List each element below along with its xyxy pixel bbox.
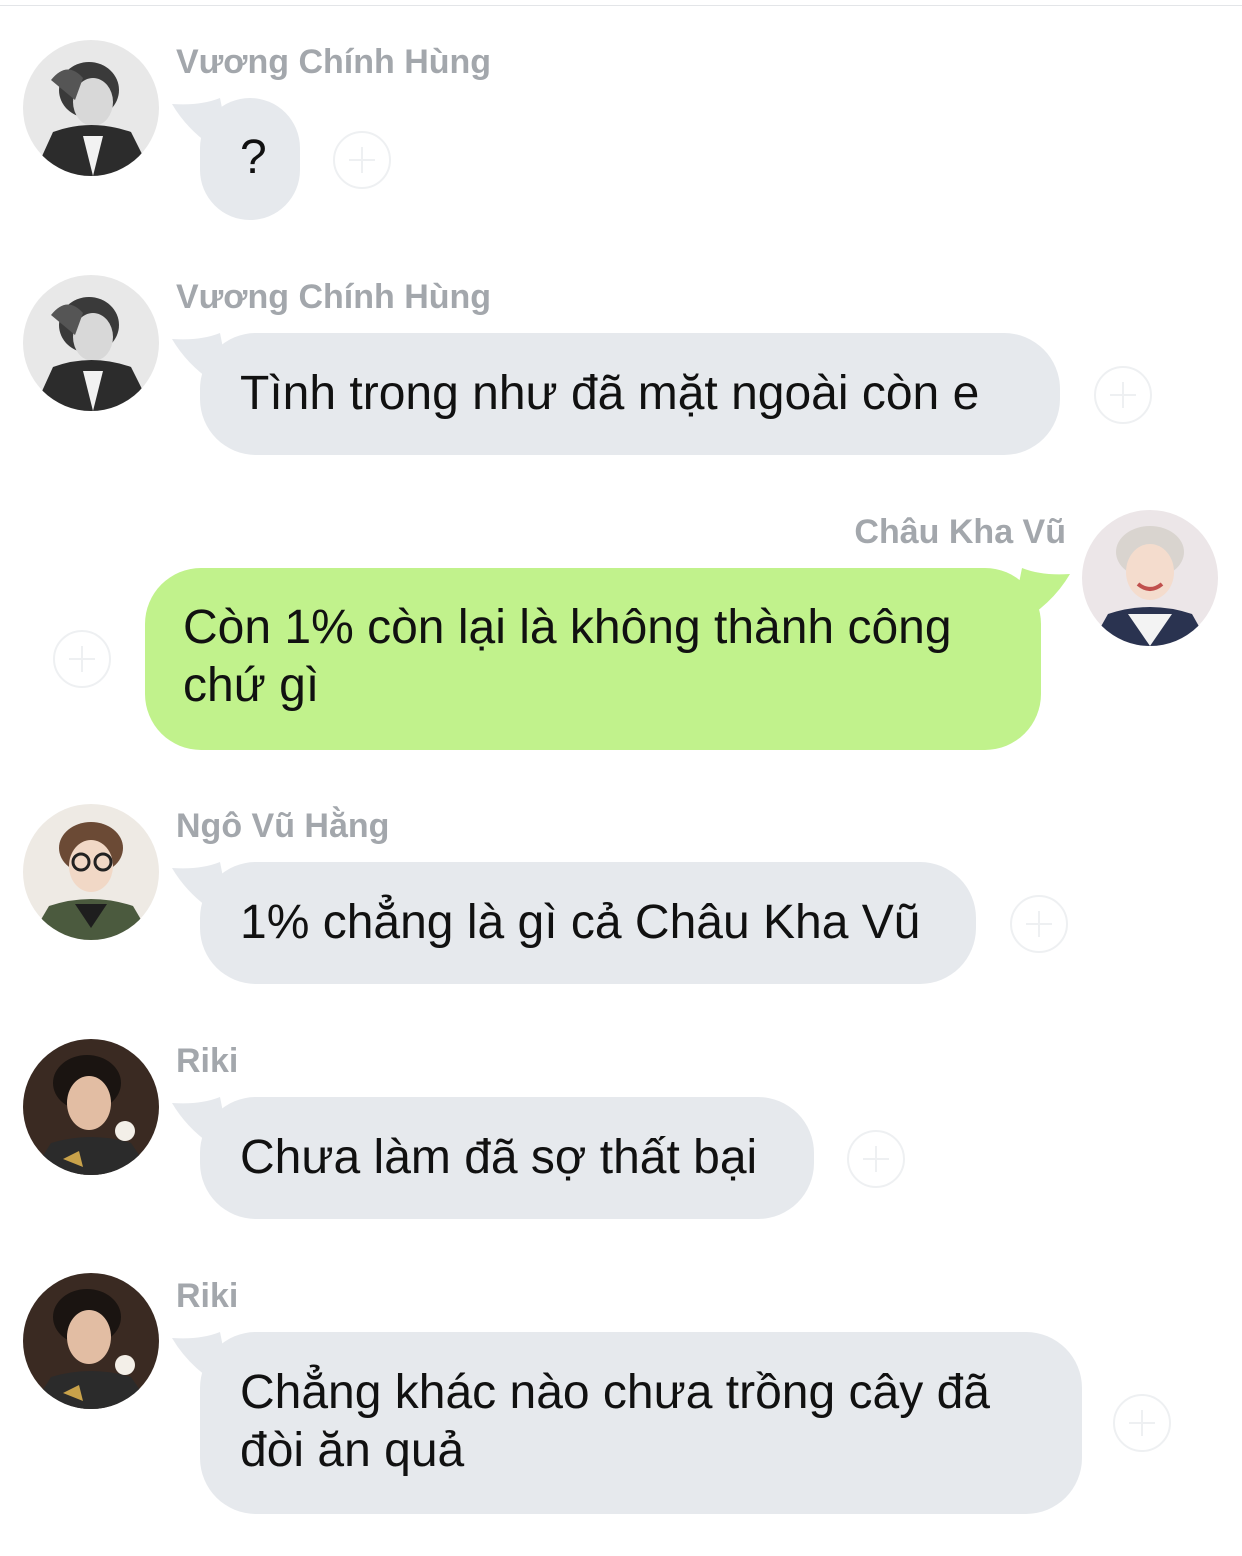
message-bubble[interactable]: Chẳng khác nào chưa trồng cây đã đòi ăn … [200,1332,1082,1514]
add-reaction-icon[interactable] [847,1130,905,1188]
avatar[interactable] [23,275,159,411]
sender-name: Châu Kha Vũ [854,513,1066,551]
add-reaction-icon[interactable] [333,131,391,189]
sender-name: Vương Chính Hùng [176,278,492,316]
sender-name: Riki [176,1277,239,1315]
avatar-photo-icon [23,1273,159,1409]
message-text: Chưa làm đã sợ thất bại [240,1131,758,1184]
avatar-photo-icon [23,1039,159,1175]
message-text: ? [240,131,267,184]
avatar-photo-icon [23,275,159,411]
add-reaction-icon[interactable] [1010,895,1068,953]
sender-name: Ngô Vũ Hằng [176,807,390,845]
message-bubble[interactable]: Tình trong như đã mặt ngoài còn e [200,333,1060,455]
add-reaction-icon[interactable] [1113,1394,1171,1452]
avatar[interactable] [23,1039,159,1175]
avatar-photo-icon [1082,510,1218,646]
avatar[interactable] [1082,510,1218,646]
message-text: Chẳng khác nào chưa trồng cây đã đòi ăn … [240,1366,990,1477]
avatar[interactable] [23,804,159,940]
add-reaction-icon[interactable] [1094,366,1152,424]
message-bubble[interactable]: 1% chẳng là gì cả Châu Kha Vũ [200,862,976,984]
message-text: Tình trong như đã mặt ngoài còn e [240,367,980,420]
message-bubble[interactable]: ? [200,98,300,220]
sender-name: Riki [176,1042,239,1080]
message-text: Còn 1% còn lại là không thành công chứ g… [183,601,952,712]
avatar[interactable] [23,1273,159,1409]
avatar[interactable] [23,40,159,176]
message-text: 1% chẳng là gì cả Châu Kha Vũ [240,896,921,949]
message-bubble[interactable]: Chưa làm đã sợ thất bại [200,1097,814,1219]
add-reaction-icon[interactable] [53,630,111,688]
avatar-photo-icon [23,40,159,176]
avatar-photo-icon [23,804,159,940]
message-bubble[interactable]: Còn 1% còn lại là không thành công chứ g… [145,568,1041,750]
sender-name: Vương Chính Hùng [176,43,492,81]
top-divider [0,5,1242,6]
